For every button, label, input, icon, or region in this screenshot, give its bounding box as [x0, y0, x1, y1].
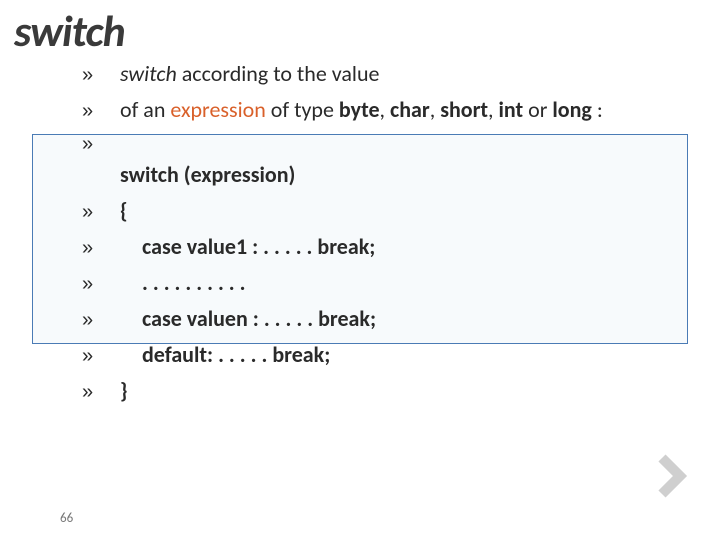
page-number: 66: [60, 511, 73, 526]
bullet-icon: »: [82, 270, 120, 299]
bullet-icon: »: [82, 198, 120, 227]
text: of type: [266, 96, 339, 123]
text: default: . . . . . break;: [120, 339, 700, 371]
text: :: [592, 96, 603, 123]
bullet-icon: »: [82, 130, 120, 159]
bullet-icon: »: [82, 97, 120, 126]
text: }: [120, 375, 700, 407]
text-short: short: [440, 96, 488, 123]
bullet-icon: »: [82, 234, 120, 263]
bullet-icon: »: [82, 61, 120, 90]
text: according to the value: [177, 60, 380, 87]
text: case valuen : . . . . . break;: [120, 303, 700, 335]
bullet-line-1: » switch according to the value: [82, 58, 700, 90]
text: . . . . . . . . . .: [120, 267, 700, 299]
text: ,: [380, 96, 390, 123]
text: case value1 : . . . . . break;: [120, 231, 700, 263]
text: ,: [488, 96, 498, 123]
bullet-line-2: » of an expression of type byte, char, s…: [82, 94, 700, 126]
text: of an: [120, 96, 170, 123]
bullet-icon: »: [82, 306, 120, 335]
code-line-ellipsis: » . . . . . . . . . .: [82, 267, 700, 299]
text: {: [120, 195, 700, 227]
text-char: char: [390, 96, 430, 123]
text-long: long: [552, 96, 591, 123]
text: or: [523, 96, 552, 123]
text-byte: byte: [339, 96, 380, 123]
bullet-icon: »: [82, 378, 120, 407]
code-line-switch: switch (expression): [82, 159, 700, 191]
code-line-default: » default: . . . . . break;: [82, 339, 700, 371]
code-line-close-brace: » }: [82, 375, 700, 407]
text-int: int: [499, 96, 524, 123]
code-line-open-brace: » {: [82, 195, 700, 227]
code-line-case1: » case value1 : . . . . . break;: [82, 231, 700, 263]
chevron-right-icon: [658, 454, 692, 498]
text: switch (expression): [120, 159, 700, 191]
slide-title: switch: [14, 4, 125, 58]
slide-content: » switch according to the value » of an …: [82, 58, 700, 411]
bullet-icon: »: [82, 342, 120, 371]
text: ,: [430, 96, 440, 123]
code-line-casen: » case valuen : . . . . . break;: [82, 303, 700, 335]
text-expression: expression: [170, 96, 265, 123]
text-switch-keyword: switch: [120, 60, 177, 87]
bullet-line-3: »: [82, 130, 700, 159]
